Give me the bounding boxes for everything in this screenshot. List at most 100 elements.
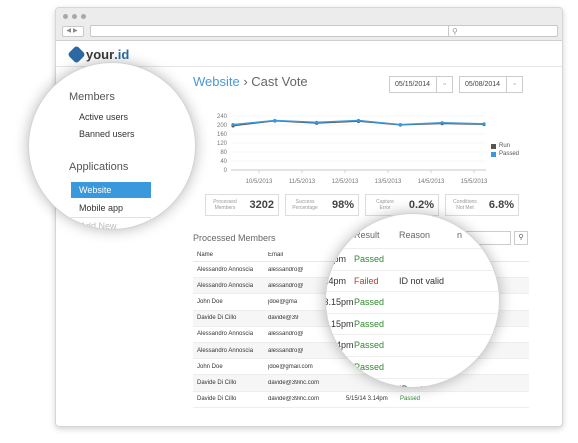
search-icon[interactable]: ⚲ xyxy=(514,231,528,245)
series-point-passed[interactable] xyxy=(482,122,486,126)
logo-text-a: your xyxy=(86,47,115,62)
minimize-dot[interactable] xyxy=(72,14,77,19)
cell-name: Alessandro Annoscia xyxy=(197,282,254,289)
cell-name: Alessandro Annoscia xyxy=(197,347,254,354)
cell-name: Alessandro Annoscia xyxy=(197,266,254,273)
table-row[interactable]: Davide Di Cillo davide@39inc.com 5/15/14 3… xyxy=(193,392,529,408)
cell-name: Alessandro Annoscia xyxy=(197,331,254,338)
col-header-name[interactable]: Name xyxy=(193,252,268,258)
date-to-picker: 05/08/2014 ▫ xyxy=(459,76,523,93)
date-to-input[interactable]: 05/08/2014 xyxy=(459,76,507,93)
legend-swatch-run xyxy=(491,143,496,149)
legend-swatch-passed xyxy=(491,151,496,157)
series-point-passed[interactable] xyxy=(231,122,235,127)
table-title: Processed Members xyxy=(193,233,276,243)
mag-header-reason: Reason xyxy=(399,230,431,240)
results-magnifier: Result Reason n 3.15pm Passed 3.14pm Failed… xyxy=(325,213,500,388)
line-chart: 0 40 80 120 160 200 240 10/5/2013 11/5/2013 12/5/… xyxy=(217,114,488,185)
stat-label: Success Percentage xyxy=(292,199,318,211)
mag-cell-result: Passed xyxy=(354,362,385,372)
cell-name: John Doe xyxy=(197,298,223,305)
x-tick-label: 13/5/2013 xyxy=(375,179,402,185)
series-point-passed[interactable] xyxy=(315,120,319,124)
maximize-dot[interactable] xyxy=(81,14,86,19)
mag-cell-time: 3.14pm xyxy=(326,275,347,286)
stat-label: Capture Error xyxy=(376,199,394,211)
add-new-button[interactable]: Add New xyxy=(71,217,151,229)
members-heading: Members xyxy=(69,91,115,103)
sidebar-item-website[interactable]: Website xyxy=(71,182,151,198)
cell-date: 5/15/14 3.14pm xyxy=(346,396,388,403)
browser-search-bar[interactable]: ⚲ xyxy=(448,25,558,37)
stat-success-percentage: Success Percentage 98% xyxy=(285,194,359,216)
mag-cell-result: Passed xyxy=(354,318,385,329)
mag-row-divider xyxy=(326,291,499,293)
breadcrumb: Website › Cast Vote xyxy=(193,74,308,89)
x-tick-label: 10/5/2013 xyxy=(246,179,273,185)
stat-value: 6.8% xyxy=(488,199,514,211)
breadcrumb-separator: › xyxy=(239,74,252,89)
logo-text: your.id xyxy=(86,47,129,62)
mag-row-divider xyxy=(326,334,499,336)
y-tick-label: 200 xyxy=(217,123,228,129)
mag-cell-reason: ID not valid xyxy=(399,275,445,286)
address-bar[interactable] xyxy=(90,25,476,37)
logo-text-b: .id xyxy=(114,47,130,62)
mag-row-divider xyxy=(326,269,499,271)
mag-row-divider xyxy=(326,356,499,357)
calendar-icon[interactable]: ▫ xyxy=(507,76,523,93)
stat-value: 3202 xyxy=(249,199,274,211)
stat-processed-members: Processed Members 3202 xyxy=(205,194,279,216)
mag-cell-result: Passed xyxy=(354,254,385,264)
logo-icon xyxy=(67,45,86,64)
cell-name: John Doe xyxy=(197,363,223,370)
mag-cell-time: 4 3.15pm xyxy=(325,297,354,308)
mag-cell-time: 3.15pm xyxy=(326,254,347,264)
mag-cell-time: 4 3.15pm xyxy=(325,318,354,329)
x-tick-label: 12/5/2013 xyxy=(332,179,359,185)
sidebar-item-mobile-app[interactable]: Mobile app xyxy=(71,200,131,216)
stats-row: Processed Members 3202 Success Percentag… xyxy=(205,194,519,216)
stat-value: 0.2% xyxy=(408,199,434,211)
breadcrumb-current: Cast Vote xyxy=(251,74,308,89)
mag-row-divider xyxy=(326,377,499,379)
y-tick-label: 120 xyxy=(217,141,228,147)
cell-email: davide@39inc.com xyxy=(268,396,320,403)
app-logo[interactable]: your.id xyxy=(67,45,129,64)
calendar-icon[interactable]: ▫ xyxy=(437,76,453,93)
stat-value: 98% xyxy=(331,199,354,211)
series-point-passed[interactable] xyxy=(440,121,444,125)
breadcrumb-parent[interactable]: Website xyxy=(193,74,240,89)
cell-name: Davide Di Cillo xyxy=(197,396,237,403)
cell-name: Davide Di Cillo xyxy=(197,379,237,386)
mag-cell-result: Passed xyxy=(354,340,385,351)
back-forward-buttons[interactable]: ◀▶ xyxy=(62,26,84,37)
close-dot[interactable] xyxy=(63,14,68,19)
stat-conditions-not-met: Conditions Not Met 6.8% xyxy=(445,194,519,216)
legend-item-run: Run xyxy=(491,143,519,149)
stat-label: Processed Members xyxy=(213,199,237,211)
x-tick-label: 14/5/2013 xyxy=(418,179,445,185)
mag-header-extra: n xyxy=(457,230,463,240)
sidebar-item-active-users[interactable]: Active users xyxy=(71,109,136,125)
y-tick-label: 0 xyxy=(224,168,228,174)
mag-row-divider xyxy=(326,312,499,314)
x-tick-label: 11/5/2013 xyxy=(289,179,316,185)
mag-cell-time: 4 3.14pm xyxy=(325,340,354,351)
series-point-passed[interactable] xyxy=(273,118,277,123)
browser-chrome: ◀▶ ⚲ xyxy=(56,8,562,41)
window-controls xyxy=(63,14,86,19)
series-point-passed[interactable] xyxy=(356,118,361,123)
cell-name: Davide Di Cillo xyxy=(197,315,237,322)
sidebar-item-banned-users[interactable]: Banned users xyxy=(71,126,143,142)
cell-email: davide@39inc.com xyxy=(268,379,320,386)
stat-label: Conditions Not Met xyxy=(453,199,477,211)
date-from-picker: 05/15/2014 ▫ xyxy=(389,76,453,93)
sidebar-magnifier: Members Active users Banned users Applic… xyxy=(28,62,196,230)
x-tick-label: 15/5/2013 xyxy=(461,179,488,185)
date-from-input[interactable]: 05/15/2014 xyxy=(389,76,437,93)
y-tick-label: 40 xyxy=(220,159,227,165)
series-point-passed[interactable] xyxy=(398,122,402,127)
mag-header-result: Result xyxy=(354,230,380,240)
y-tick-label: 160 xyxy=(217,132,228,138)
